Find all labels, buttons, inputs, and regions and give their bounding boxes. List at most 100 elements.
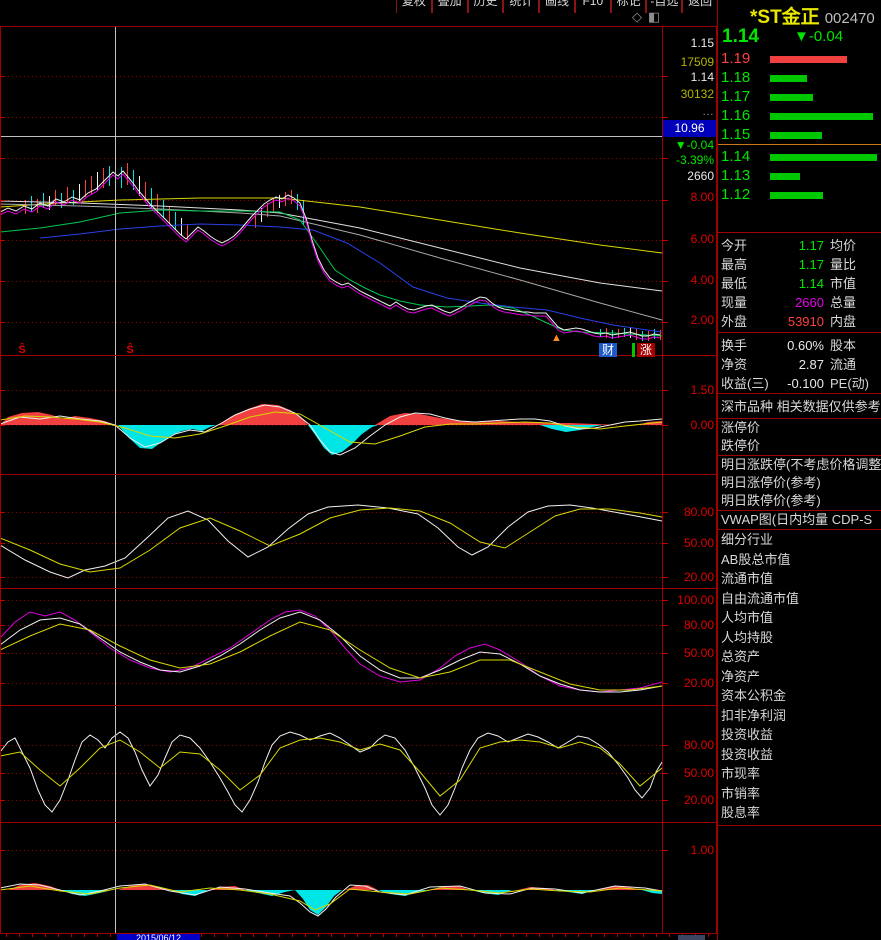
menu-item[interactable]: AB股总市值 xyxy=(718,550,881,570)
orderbook-volume-bar xyxy=(770,113,873,120)
menu-item[interactable]: 股息率 xyxy=(718,803,881,823)
axis-label: 4.00 xyxy=(663,272,714,288)
menu-item[interactable]: VWAP图(日内均量 CDP-S xyxy=(718,511,881,529)
stat-value: 1.17 xyxy=(756,255,824,274)
osc-yellow xyxy=(0,885,662,910)
stat-label: 最高 xyxy=(721,255,747,274)
axis-label: 2660 xyxy=(663,168,714,184)
menu-item[interactable]: 净资产 xyxy=(718,667,881,687)
toolbar: 复权叠加历史统计画线F10标记-自选返回 xyxy=(396,0,718,13)
toolbar-button[interactable]: 统计 xyxy=(503,0,539,13)
orderbook-row: 1.12 xyxy=(718,186,881,204)
osc-cyan-2 xyxy=(170,890,208,896)
toolbar-button[interactable]: 历史 xyxy=(468,0,504,13)
menu-item[interactable]: 投资收益 xyxy=(718,725,881,745)
menu-item[interactable]: 明日跌停价(参考) xyxy=(718,492,881,510)
menu-item[interactable]: 涨停价 xyxy=(718,419,881,437)
stat-value: -0.100 xyxy=(756,374,824,393)
stat-label: 今开 xyxy=(721,236,747,255)
stat-value: 2.87 xyxy=(756,355,824,374)
split-adjust-marker: Ŝ xyxy=(16,344,28,356)
axis-label: ▼-0.04 xyxy=(663,137,714,153)
stat-label: 现量 xyxy=(721,293,747,312)
stat-value: 1.17 xyxy=(756,236,824,255)
price-line xyxy=(0,171,660,336)
ma-green xyxy=(0,210,662,336)
menu-item[interactable]: 投资收益 xyxy=(718,745,881,765)
menu-item[interactable]: 市销率 xyxy=(718,784,881,804)
ma-gray xyxy=(0,204,662,320)
stat-label: 外盘 xyxy=(721,312,747,331)
wr-yellow xyxy=(0,738,662,796)
last-price: 1.14 xyxy=(722,26,759,48)
macd-red-4 xyxy=(638,421,662,425)
axis-label: 20.00 xyxy=(663,675,714,691)
osc-cyan-1 xyxy=(60,890,112,896)
orderbook-volume-bar xyxy=(770,94,813,101)
stock-code: 002470 xyxy=(825,10,875,27)
limit-up-badge[interactable]: 涨 xyxy=(637,343,655,357)
menu-item[interactable]: 人均市值 xyxy=(718,608,881,628)
stat-label: 最低 xyxy=(721,274,747,293)
charts-canvas xyxy=(0,0,717,940)
diamond-icon[interactable]: ◇ xyxy=(632,9,642,24)
window-icons: ◇◧ xyxy=(632,9,666,25)
orderbook-volume-bar xyxy=(770,173,800,180)
menu-item[interactable]: 流通市值 xyxy=(718,569,881,589)
menu-item[interactable]: 扣非净利润 xyxy=(718,706,881,726)
orderbook-row: 1.13 xyxy=(718,167,881,185)
menu-item[interactable]: 跌停价 xyxy=(718,437,881,455)
stats-separator xyxy=(718,393,881,394)
rsi-white xyxy=(0,612,662,692)
split-square-icon[interactable]: ◧ xyxy=(648,9,660,24)
menu-group: 涨停价跌停价 xyxy=(718,419,881,456)
axis-label: 50.00 xyxy=(663,535,714,551)
menu-item[interactable]: 资本公积金 xyxy=(718,686,881,706)
osc-red-1 xyxy=(8,883,60,890)
macd-red-2 xyxy=(218,404,308,425)
osc-red-6 xyxy=(518,887,555,890)
stat-row: 净资2.87流通 xyxy=(718,355,881,374)
orderbook-price: 1.19 xyxy=(721,50,750,68)
macd-cyan-3 xyxy=(540,425,602,432)
orderbook-volume-bar xyxy=(770,56,847,63)
macd-red-3 xyxy=(375,413,618,425)
menu-item[interactable]: 明日涨跌停(不考虑价格调整 xyxy=(718,456,881,474)
menu-item[interactable]: 人均持股 xyxy=(718,628,881,648)
rsi-yellow xyxy=(0,622,662,690)
axis-label: … xyxy=(663,103,714,119)
finance-badge[interactable]: 财 xyxy=(599,343,617,357)
menu-item[interactable]: 明日涨停价(参考) xyxy=(718,474,881,492)
stat-label: 净资 xyxy=(721,355,747,374)
osc-red-7 xyxy=(598,886,642,890)
menu-item[interactable]: 总资产 xyxy=(718,647,881,667)
toolbar-button[interactable]: 画线 xyxy=(539,0,575,13)
split-adjust-marker: Ŝ xyxy=(124,344,136,356)
orderbook-volume-bar xyxy=(770,132,822,139)
osc-cyan-3 xyxy=(245,890,295,896)
menu-item[interactable]: 自由流通市值 xyxy=(718,589,881,609)
price-line-magenta xyxy=(0,174,660,339)
toolbar-button[interactable]: 叠加 xyxy=(432,0,468,13)
axis-label: 0.00 xyxy=(663,417,714,433)
orderbook-price: 1.13 xyxy=(721,167,750,185)
menu-item[interactable]: 市现率 xyxy=(718,764,881,784)
stock-name: *ST金正 xyxy=(750,7,820,28)
toolbar-button[interactable]: F10 xyxy=(575,0,611,13)
osc-red-5 xyxy=(428,886,470,890)
axis-label: 2.00 xyxy=(663,312,714,328)
axis-label: 80.00 xyxy=(663,617,714,633)
stats-separator xyxy=(718,332,881,333)
stat-row: 换手0.60%股本 xyxy=(718,336,881,355)
orderbook-row: 1.18 xyxy=(718,69,881,87)
stat-row: 最高1.17量比 xyxy=(718,255,881,274)
ma-yellow-long xyxy=(0,198,662,253)
stat-label-2: 均价 xyxy=(830,236,856,255)
toolbar-button[interactable]: 复权 xyxy=(396,0,432,13)
menu-item[interactable]: 细分行业 xyxy=(718,530,881,550)
toolbar-button[interactable]: 返回 xyxy=(682,0,718,13)
orderbook-row: 1.19 xyxy=(718,50,881,68)
orderbook-mid-separator xyxy=(718,144,881,145)
stat-row: 最低1.14市值 xyxy=(718,274,881,293)
ma-blue xyxy=(40,224,662,332)
